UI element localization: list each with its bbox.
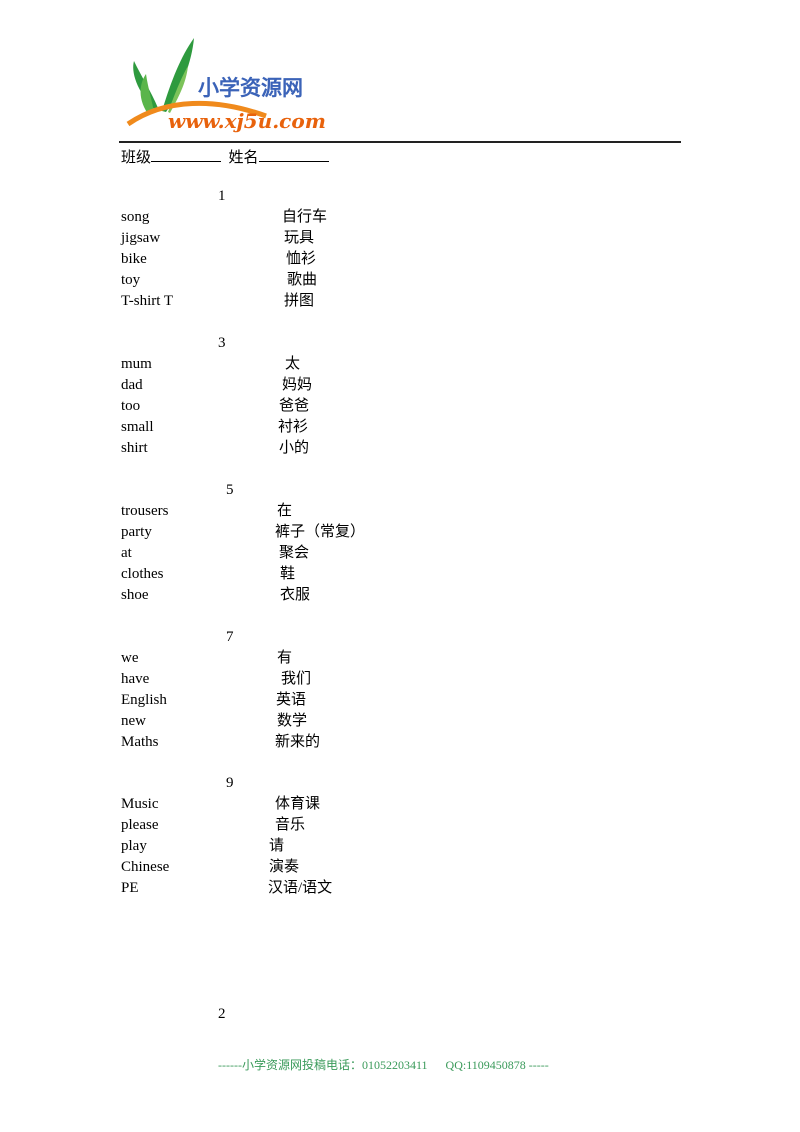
word-en: dad	[121, 377, 143, 393]
word-en: Chinese	[121, 859, 170, 875]
word-en: please	[121, 817, 159, 833]
word-en: shirt	[121, 440, 148, 456]
name-label: 姓名	[228, 150, 259, 166]
word-en: new	[121, 713, 146, 729]
word-en: at	[121, 545, 132, 561]
word-en: we	[121, 650, 139, 666]
word-en: jigsaw	[121, 230, 161, 246]
word-en: party	[121, 524, 152, 540]
word-cn: 太	[285, 356, 301, 372]
word-en: bike	[121, 251, 147, 267]
word-cn: 自行车	[282, 209, 328, 225]
student-info-line: 班级 姓名	[121, 146, 329, 167]
word-cn: 有	[277, 650, 293, 666]
word-cn: 我们	[281, 671, 312, 687]
word-en: English	[121, 692, 167, 708]
section-number: 3	[218, 335, 226, 351]
header-rule	[119, 141, 681, 143]
word-en: too	[121, 398, 141, 414]
logo-url: www.xj5u.com	[168, 109, 326, 133]
section-number: 7	[226, 629, 234, 645]
word-en: Music	[121, 796, 159, 812]
word-cn: 在	[277, 503, 293, 519]
word-cn: 衬衫	[278, 419, 309, 435]
word-cn: 衣服	[280, 587, 311, 603]
class-blank	[151, 149, 222, 162]
word-cn: 汉语/语文	[268, 880, 333, 896]
word-en: clothes	[121, 566, 164, 582]
word-cn: 数学	[277, 713, 308, 729]
word-cn: 聚会	[279, 545, 310, 561]
word-en: mum	[121, 356, 152, 372]
word-en: Maths	[121, 734, 159, 750]
word-en: song	[121, 209, 150, 225]
word-en: PE	[121, 880, 139, 896]
page-number: 2	[218, 1006, 226, 1022]
word-cn: 演奏	[269, 859, 300, 875]
word-cn: 裤子（常复）	[275, 524, 366, 540]
name-blank	[258, 149, 329, 162]
leaf-right-icon	[162, 38, 194, 112]
word-cn: 拼图	[284, 293, 315, 309]
word-cn: 英语	[276, 692, 307, 708]
word-en: have	[121, 671, 150, 687]
section-number: 1	[218, 188, 226, 204]
word-en: toy	[121, 272, 141, 288]
section-number: 9	[226, 775, 234, 791]
word-cn: 爸爸	[279, 398, 310, 414]
word-cn: 恤衫	[286, 251, 317, 267]
word-en: play	[121, 838, 147, 854]
word-en: small	[121, 419, 154, 435]
word-cn: 歌曲	[287, 272, 318, 288]
section-number: 5	[226, 482, 234, 498]
class-label: 班级	[121, 150, 152, 166]
word-cn: 体育课	[275, 796, 321, 812]
word-cn: 新来的	[275, 734, 321, 750]
footer-contact: ------小学资源网投稿电话：01052203411 QQ:110945087…	[218, 1058, 549, 1072]
word-cn: 音乐	[275, 817, 306, 833]
word-cn: 玩具	[284, 230, 315, 246]
word-cn: 小的	[279, 440, 310, 456]
word-en: T-shirt T	[121, 293, 174, 309]
word-cn: 鞋	[280, 566, 296, 582]
logo-title: 小学资源网	[198, 76, 303, 100]
word-cn: 妈妈	[282, 377, 313, 393]
word-en: trousers	[121, 503, 169, 519]
word-cn: 请	[269, 838, 285, 854]
word-en: shoe	[121, 587, 149, 603]
